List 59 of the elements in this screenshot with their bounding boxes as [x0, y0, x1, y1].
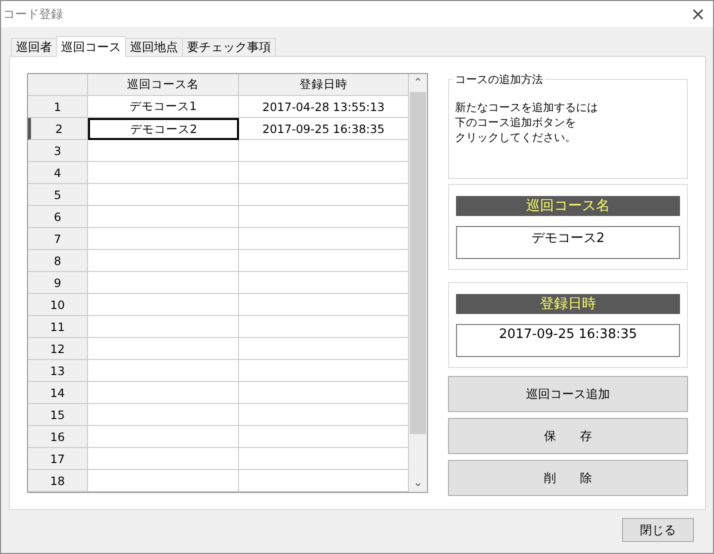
field-label: 巡回コース名	[456, 196, 680, 216]
table-cell[interactable]	[88, 360, 239, 382]
window-title: コード登録	[2, 6, 63, 22]
row-header[interactable]: 15	[28, 404, 88, 426]
row-header[interactable]: 5	[28, 184, 88, 206]
tab[interactable]: 要チェック事項	[182, 38, 276, 56]
tab[interactable]: 巡回地点	[125, 38, 183, 56]
table-cell[interactable]	[88, 382, 239, 404]
action-button[interactable]: 保 存	[448, 418, 688, 454]
row-header[interactable]: 2	[28, 118, 88, 140]
table-cell[interactable]: デモコース1	[88, 96, 239, 118]
value-field[interactable]: デモコース2	[456, 226, 680, 259]
action-button[interactable]: 削 除	[448, 460, 688, 496]
table-cell[interactable]	[88, 162, 239, 184]
corner-header	[28, 74, 88, 96]
row-header[interactable]: 14	[28, 382, 88, 404]
tab[interactable]: 巡回コース	[56, 36, 126, 57]
value-field[interactable]: 2017-09-25 16:38:35	[456, 324, 680, 357]
group-title: コースの追加方法	[453, 72, 545, 87]
table-cell[interactable]	[88, 140, 239, 162]
table-cell[interactable]	[88, 316, 239, 338]
table-cell[interactable]	[88, 272, 239, 294]
row-header[interactable]: 16	[28, 426, 88, 448]
row-header[interactable]: 13	[28, 360, 88, 382]
help-text: 新たなコースを追加するには 下のコース追加ボタンを クリックしてください。	[455, 100, 599, 145]
scroll-up-button[interactable]: ⌃	[413, 74, 423, 92]
table-cell[interactable]	[88, 470, 239, 492]
table-cell[interactable]	[88, 250, 239, 272]
row-header[interactable]: 17	[28, 448, 88, 470]
row-header[interactable]: 18	[28, 470, 88, 492]
tab[interactable]: 巡回者	[11, 38, 57, 56]
column-header[interactable]: 巡回コース名	[88, 74, 239, 96]
table-cell[interactable]	[88, 206, 239, 228]
table-cell[interactable]	[88, 184, 239, 206]
scrollbar[interactable]: ⌃ ⌄	[409, 74, 427, 492]
row-header[interactable]: 8	[28, 250, 88, 272]
table-cell[interactable]	[88, 294, 239, 316]
table-cell[interactable]	[88, 228, 239, 250]
table-cell[interactable]: デモコース2	[88, 118, 239, 140]
row-header[interactable]: 10	[28, 294, 88, 316]
table-cell[interactable]	[88, 404, 239, 426]
row-header[interactable]: 6	[28, 206, 88, 228]
table-cell[interactable]	[88, 448, 239, 470]
close-dialog-button[interactable]: 閉じる	[622, 518, 694, 542]
row-header[interactable]: 12	[28, 338, 88, 360]
row-header[interactable]: 3	[28, 140, 88, 162]
row-header[interactable]: 4	[28, 162, 88, 184]
column-header[interactable]: 登録日時	[239, 74, 409, 96]
table-cell[interactable]	[88, 338, 239, 360]
row-header[interactable]: 11	[28, 316, 88, 338]
row-header[interactable]: 1	[28, 96, 88, 118]
field-label: 登録日時	[456, 294, 680, 314]
table-cell[interactable]	[88, 426, 239, 448]
scroll-thumb[interactable]	[410, 92, 426, 434]
scroll-down-button[interactable]: ⌄	[413, 474, 423, 492]
close-button[interactable]: ×	[683, 1, 713, 27]
row-header[interactable]: 9	[28, 272, 88, 294]
row-header[interactable]: 7	[28, 228, 88, 250]
action-button[interactable]: 巡回コース追加	[448, 376, 688, 412]
